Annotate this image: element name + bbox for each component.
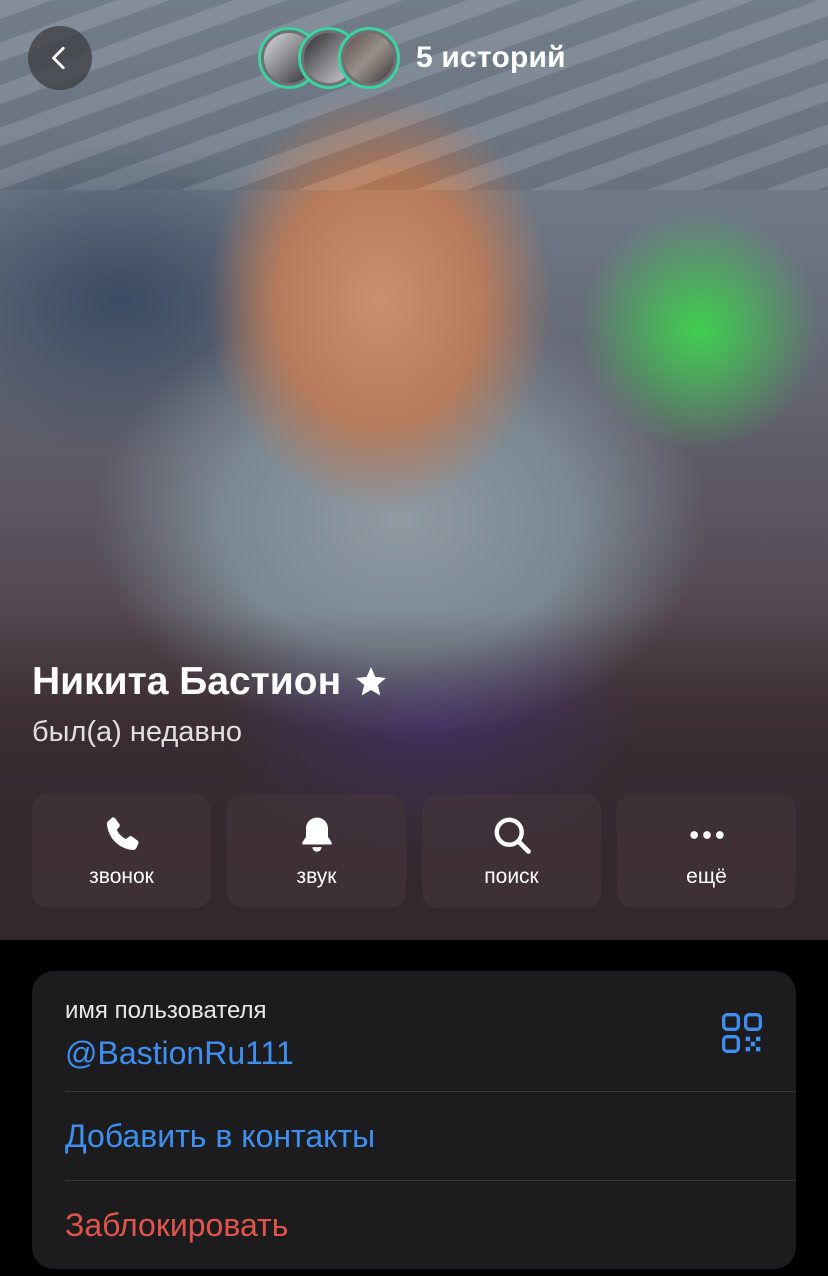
search-label: поиск [484, 865, 539, 888]
username-link[interactable]: @BastionRu111 [65, 1035, 294, 1072]
profile-name: Никита Бастион [32, 660, 389, 704]
profile-status: был(а) недавно [32, 716, 242, 748]
call-label: звонок [89, 865, 154, 888]
stories-button[interactable]: 5 историй [258, 27, 566, 89]
info-card: имя пользователя @BastionRu111 Добавить … [32, 971, 796, 1269]
block-button[interactable]: Заблокировать [32, 1181, 796, 1269]
call-button[interactable]: звонок [32, 794, 211, 908]
add-contact-button[interactable]: Добавить в контакты [32, 1092, 796, 1180]
more-icon [689, 831, 724, 839]
search-button[interactable]: поиск [422, 794, 601, 908]
qr-code-icon[interactable] [720, 1011, 764, 1055]
phone-icon [106, 817, 139, 851]
search-icon [494, 817, 531, 854]
more-button[interactable]: ещё [617, 794, 796, 908]
profile-name-text: Никита Бастион [32, 660, 342, 703]
chevron-left-icon [52, 46, 65, 70]
username-caption: имя пользователя [65, 997, 267, 1024]
sound-label: звук [296, 865, 337, 888]
more-label: ещё [686, 865, 727, 888]
stories-label: 5 историй [416, 41, 566, 74]
add-contact-label: Добавить в контакты [65, 1118, 376, 1154]
sound-button[interactable]: звук [227, 794, 406, 908]
bell-icon [301, 817, 332, 852]
username-row[interactable]: имя пользователя @BastionRu111 [32, 971, 796, 1091]
back-button[interactable] [28, 26, 92, 90]
profile-photo[interactable]: 5 историй Никита Бастион был(а) недавно … [0, 0, 828, 940]
block-label: Заблокировать [65, 1207, 289, 1243]
action-bar: звонок звук поиск ещё [32, 794, 796, 908]
star-icon[interactable] [353, 664, 389, 700]
story-thumbnail [338, 27, 400, 89]
